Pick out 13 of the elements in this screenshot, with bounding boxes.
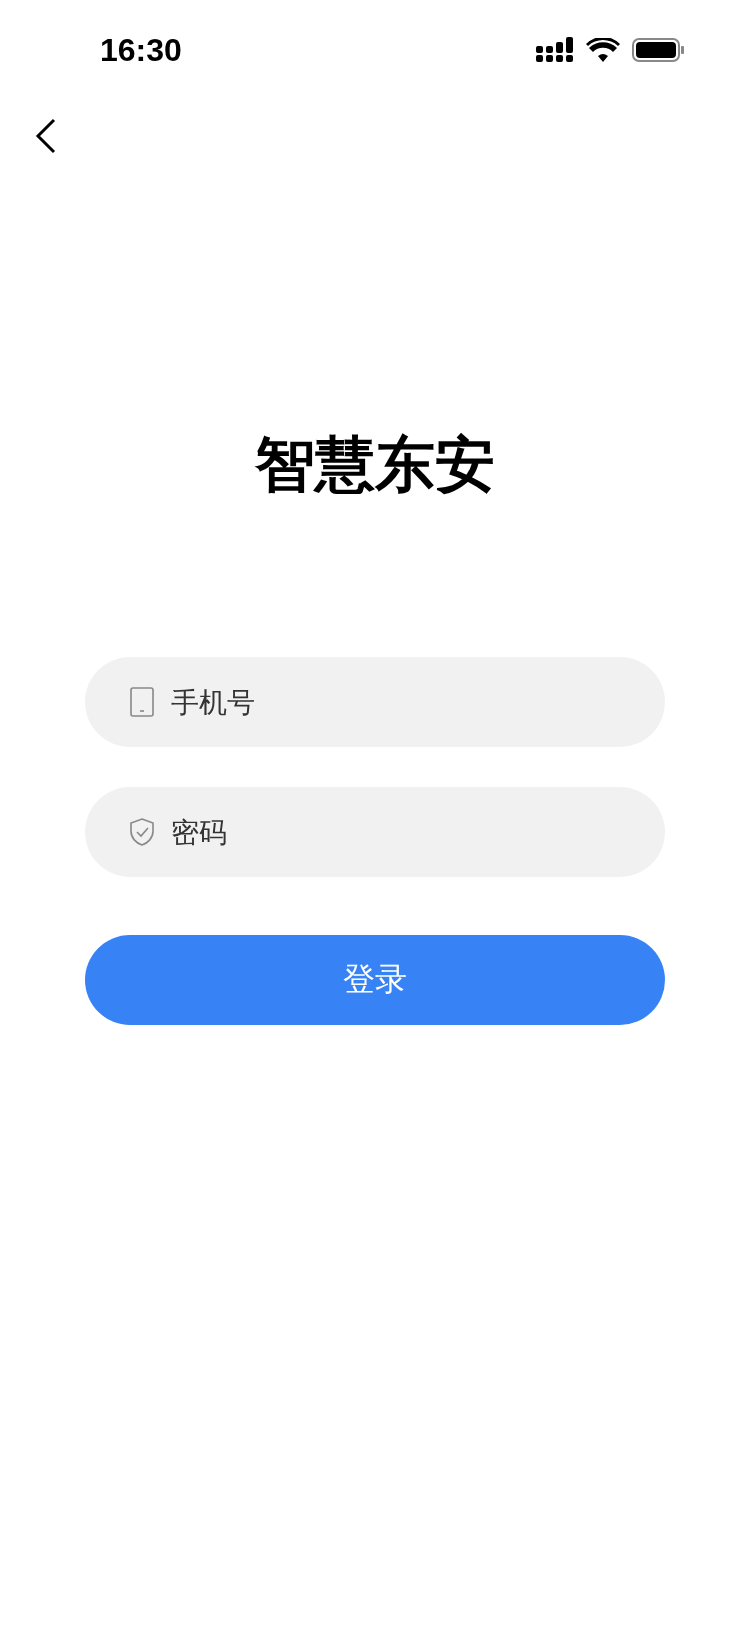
password-input[interactable]: 密码 [171,815,665,849]
shield-icon [129,818,155,846]
password-field[interactable]: 密码 [85,787,665,877]
app-title: 智慧东安 [254,428,496,500]
wifi-icon [586,38,620,62]
login-button[interactable]: 登录 [85,935,665,1025]
phone-icon [129,687,155,717]
back-icon[interactable] [35,118,57,154]
status-time: 16:30 [100,31,182,69]
phone-input[interactable]: 手机号 [171,685,665,719]
battery-icon [632,38,684,62]
phone-field[interactable]: 手机号 [85,657,665,747]
signal-icon [536,37,574,63]
